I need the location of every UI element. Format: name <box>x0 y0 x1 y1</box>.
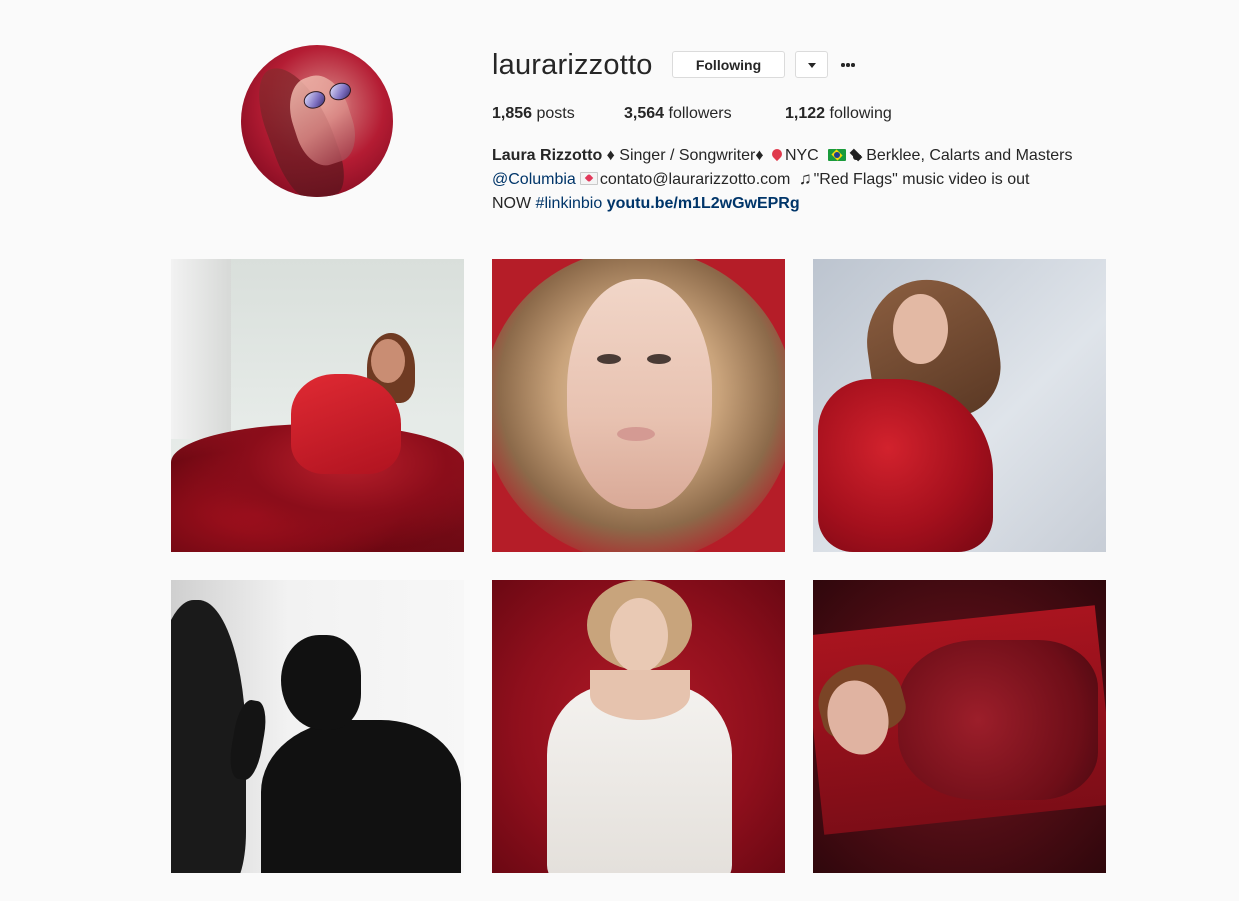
post-image-part <box>590 670 690 720</box>
graduation-cap-icon <box>849 149 865 161</box>
followers-link[interactable]: 3,564 followers <box>624 104 732 124</box>
bio-line-1: Laura Rizzotto ♦ Singer / Songwriter♦ NY… <box>492 144 1112 168</box>
post-thumbnail[interactable] <box>171 580 464 873</box>
bio-text: NYC <box>784 147 824 164</box>
more-options-button[interactable] <box>836 55 860 75</box>
bio-text: NOW <box>492 195 536 212</box>
more-options-icon <box>841 63 845 67</box>
post-thumbnail[interactable] <box>813 259 1106 552</box>
profile-username: laurarizzotto <box>492 49 653 81</box>
music-note-icon: ♫ <box>798 169 812 188</box>
followers-label: followers <box>668 105 732 122</box>
post-image-part <box>371 339 405 383</box>
post-image-part <box>610 598 668 673</box>
post-image-part <box>171 259 231 439</box>
following-count: 1,122 <box>785 105 826 122</box>
more-options-dot <box>846 63 850 67</box>
followers-count: 3,564 <box>624 105 665 122</box>
posts-label: posts <box>536 105 575 122</box>
posts-stat: 1,856 posts <box>492 104 575 124</box>
brazil-flag-icon <box>828 149 847 161</box>
post-thumbnail[interactable] <box>171 259 464 552</box>
post-image-part <box>261 720 461 873</box>
bio-mention-link[interactable]: @Columbia <box>492 171 576 188</box>
bio-text: ♦ Singer / Songwriter♦ <box>602 147 768 164</box>
post-image-part <box>893 294 948 364</box>
pin-icon <box>769 146 785 162</box>
bio-hashtag-link[interactable]: #linkinbio <box>536 195 603 212</box>
posts-grid <box>171 259 1106 873</box>
post-image-part <box>291 374 401 474</box>
post-image-part <box>898 640 1098 800</box>
post-image-part <box>647 354 671 364</box>
following-button[interactable]: Following <box>672 51 785 78</box>
chevron-down-icon <box>808 63 816 68</box>
suggested-dropdown-button[interactable] <box>795 51 828 78</box>
posts-count: 1,856 <box>492 105 533 122</box>
post-thumbnail[interactable] <box>492 259 785 552</box>
profile-bio: Laura Rizzotto ♦ Singer / Songwriter♦ NY… <box>492 144 1112 216</box>
post-thumbnail[interactable] <box>813 580 1106 873</box>
following-label: following <box>829 105 892 122</box>
bio-email: contato@laurarizzotto.com <box>599 171 795 188</box>
post-image-part <box>281 635 361 730</box>
avatar[interactable] <box>241 45 393 197</box>
mail-icon <box>579 172 598 185</box>
bio-line-2: @Columbia contato@laurarizzotto.com ♫ "Red… <box>492 168 1112 192</box>
bio-text: "Red Flags" music video is out <box>813 171 1030 188</box>
bio-external-link[interactable]: youtu.be/m1L2wGwEPRg <box>607 195 800 212</box>
post-thumbnail[interactable] <box>492 580 785 873</box>
post-image-part <box>597 354 621 364</box>
following-link[interactable]: 1,122 following <box>785 104 892 124</box>
bio-line-3: NOW #linkinbio youtu.be/m1L2wGwEPRg <box>492 192 1112 216</box>
post-image-part <box>567 279 712 509</box>
profile-full-name: Laura Rizzotto <box>492 147 603 164</box>
post-image-part <box>617 427 655 441</box>
more-options-dot <box>851 63 855 67</box>
bio-text: Berklee, Calarts and Masters <box>866 147 1073 164</box>
